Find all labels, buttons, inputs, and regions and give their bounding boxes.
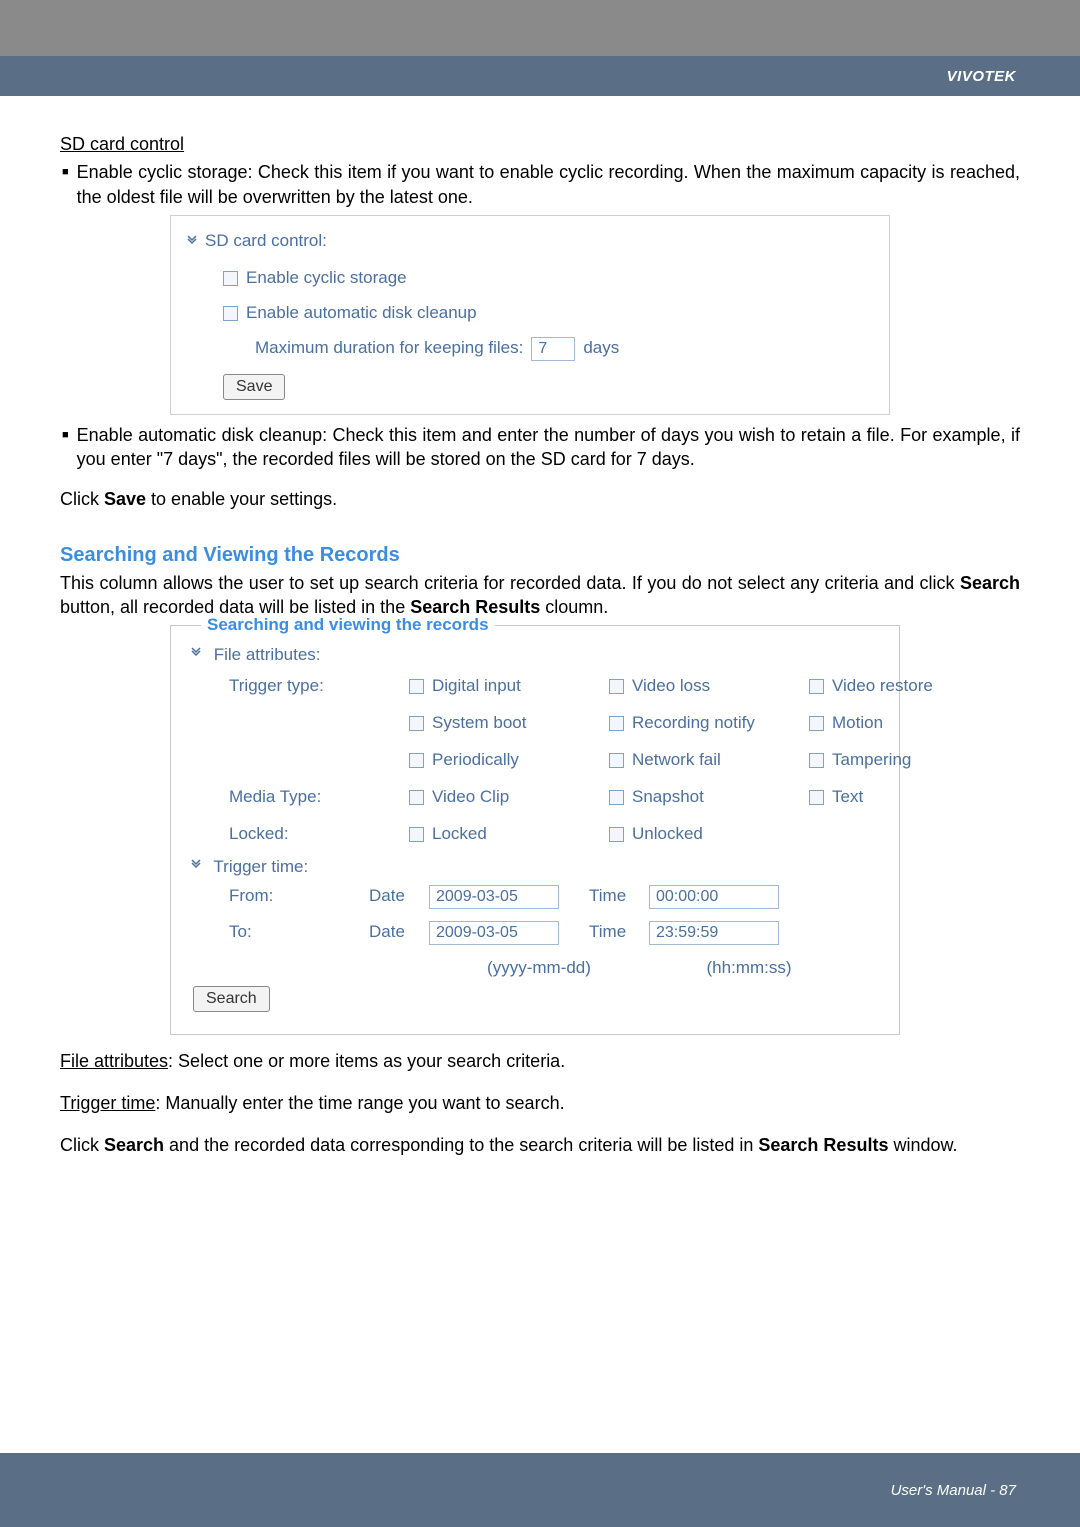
brand-band: VIVOTEK [0, 56, 1080, 96]
sd-card-panel: SD card control: Enable cyclic storage E… [170, 215, 890, 415]
digital-input-checkbox[interactable] [409, 679, 424, 694]
to-label: To: [229, 921, 369, 944]
system-boot-checkbox[interactable] [409, 716, 424, 731]
trigger-time-desc: Trigger time: Manually enter the time ra… [60, 1091, 1020, 1115]
network-fail-label: Network fail [632, 749, 721, 772]
from-label: From: [229, 885, 369, 908]
max-duration-input[interactable] [531, 337, 575, 361]
tampering-checkbox[interactable] [809, 753, 824, 768]
search-section-title: Searching and Viewing the Records [60, 542, 1020, 569]
top-gray-bar [0, 0, 1080, 56]
from-date-input[interactable] [429, 885, 559, 909]
search-section-intro: This column allows the user to set up se… [60, 571, 1020, 620]
search-button[interactable]: Search [193, 986, 270, 1012]
locked-label: Locked: [229, 823, 409, 846]
page-content: SD card control ■ Enable cyclic storage:… [0, 96, 1080, 1158]
search-result-desc: Click Search and the recorded data corre… [60, 1133, 1020, 1157]
unlocked-cb-label: Unlocked [632, 823, 703, 846]
chevron-down-icon [185, 234, 199, 248]
bullet-cyclic-text: Enable cyclic storage: Check this item i… [77, 160, 1020, 209]
search-fieldset: Searching and viewing the records File a… [170, 625, 900, 1035]
system-boot-label: System boot [432, 712, 527, 735]
tampering-label: Tampering [832, 749, 911, 772]
motion-label: Motion [832, 712, 883, 735]
sd-card-panel-header: SD card control: [185, 230, 875, 253]
max-duration-label: Maximum duration for keeping files: [255, 337, 523, 360]
locked-cb-label: Locked [432, 823, 487, 846]
enable-cleanup-checkbox[interactable] [223, 306, 238, 321]
digital-input-label: Digital input [432, 675, 521, 698]
unlocked-checkbox[interactable] [609, 827, 624, 842]
max-duration-row: Maximum duration for keeping files: days [255, 337, 875, 361]
chevron-down-icon [189, 646, 203, 660]
bullet-square-icon: ■ [62, 423, 69, 447]
date-label-1: Date [369, 885, 429, 908]
date-hint: (yyyy-mm-dd) [429, 957, 649, 980]
bullet-cyclic: ■ Enable cyclic storage: Check this item… [60, 160, 1020, 209]
file-attributes-header: File attributes: [189, 644, 881, 667]
text-checkbox[interactable] [809, 790, 824, 805]
periodically-checkbox[interactable] [409, 753, 424, 768]
date-label-2: Date [369, 921, 429, 944]
trigger-type-label: Trigger type: [229, 675, 409, 698]
chevron-down-icon [189, 858, 203, 872]
to-time-input[interactable] [649, 921, 779, 945]
video-clip-checkbox[interactable] [409, 790, 424, 805]
enable-cyclic-checkbox[interactable] [223, 271, 238, 286]
days-label: days [583, 337, 619, 360]
file-attributes-desc: File attributes: Select one or more item… [60, 1049, 1020, 1073]
bullet-cleanup-text: Enable automatic disk cleanup: Check thi… [77, 423, 1020, 472]
time-label-2: Time [589, 921, 649, 944]
save-button[interactable]: Save [223, 374, 285, 400]
motion-checkbox[interactable] [809, 716, 824, 731]
bullet-cleanup: ■ Enable automatic disk cleanup: Check t… [60, 423, 1020, 472]
bullet-square-icon: ■ [62, 160, 69, 184]
network-fail-checkbox[interactable] [609, 753, 624, 768]
periodically-label: Periodically [432, 749, 519, 772]
brand-text: VIVOTEK [947, 68, 1016, 85]
trigger-time-label: Trigger time: [213, 857, 308, 876]
video-clip-label: Video Clip [432, 786, 509, 809]
from-time-input[interactable] [649, 885, 779, 909]
sd-card-heading: SD card control [60, 132, 1020, 156]
video-loss-label: Video loss [632, 675, 710, 698]
snapshot-label: Snapshot [632, 786, 704, 809]
video-restore-label: Video restore [832, 675, 933, 698]
time-hint: (hh:mm:ss) [649, 957, 849, 980]
footer-text: User's Manual - 87 [891, 1482, 1016, 1499]
save-instruction: Click Save to enable your settings. [60, 487, 1020, 511]
video-loss-checkbox[interactable] [609, 679, 624, 694]
sd-card-panel-title: SD card control: [205, 230, 327, 253]
enable-cyclic-row: Enable cyclic storage [223, 267, 875, 290]
recording-notify-label: Recording notify [632, 712, 755, 735]
recording-notify-checkbox[interactable] [609, 716, 624, 731]
footer-band: User's Manual - 87 [0, 1453, 1080, 1527]
search-legend: Searching and viewing the records [201, 614, 495, 637]
enable-cleanup-label: Enable automatic disk cleanup [246, 302, 477, 325]
trigger-time-grid: From: Date Time To: Date Time (yyyy-mm-d… [229, 885, 881, 980]
text-label: Text [832, 786, 863, 809]
enable-cyclic-label: Enable cyclic storage [246, 267, 407, 290]
locked-checkbox[interactable] [409, 827, 424, 842]
trigger-time-header: Trigger time: [189, 856, 881, 879]
to-date-input[interactable] [429, 921, 559, 945]
snapshot-checkbox[interactable] [609, 790, 624, 805]
time-label-1: Time [589, 885, 649, 908]
file-attributes-grid: Trigger type: Digital input Video loss V… [229, 675, 881, 846]
media-type-label: Media Type: [229, 786, 409, 809]
enable-cleanup-row: Enable automatic disk cleanup [223, 302, 875, 325]
video-restore-checkbox[interactable] [809, 679, 824, 694]
file-attributes-label: File attributes: [214, 645, 321, 664]
